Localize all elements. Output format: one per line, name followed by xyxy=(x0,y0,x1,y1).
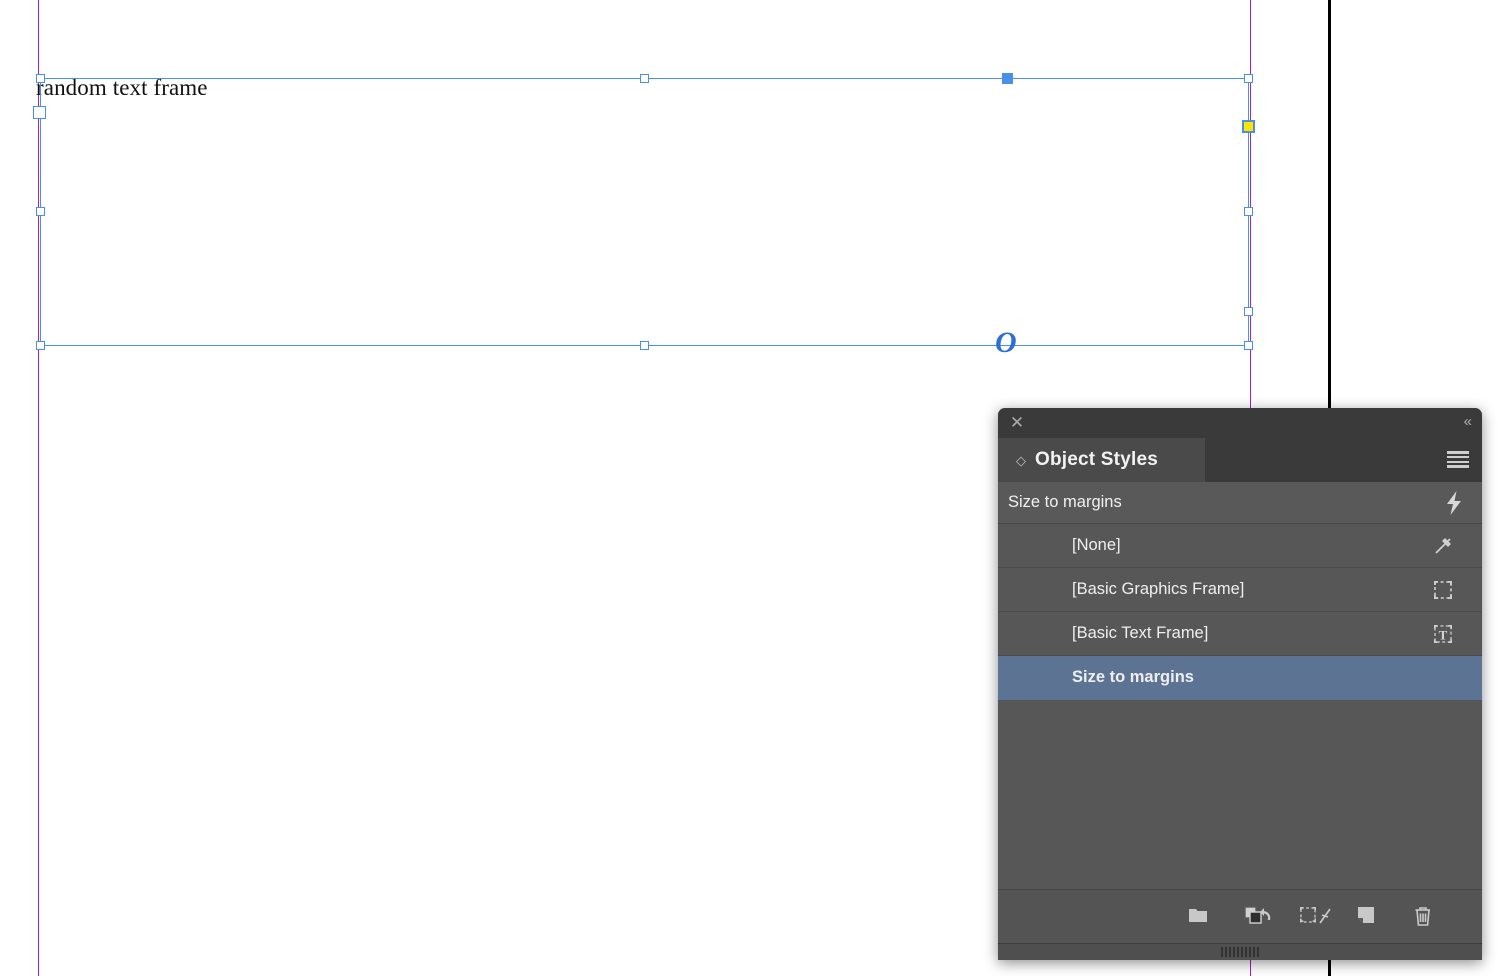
tab-object-styles[interactable]: ◇ Object Styles xyxy=(998,438,1205,482)
grip-line xyxy=(1241,947,1243,957)
style-name: [Basic Text Frame] xyxy=(1072,624,1209,642)
panel-footer-toolbar xyxy=(998,889,1482,943)
panel-titlebar[interactable]: ✕ « xyxy=(998,408,1482,438)
text-frame-icon: T xyxy=(1432,623,1454,645)
grip-line xyxy=(1253,947,1255,957)
trash-icon[interactable] xyxy=(1410,904,1436,930)
menu-line xyxy=(1447,465,1469,468)
current-style-row[interactable]: Size to margins xyxy=(998,482,1482,524)
diamond-icon: ◇ xyxy=(1016,452,1026,468)
grip-line xyxy=(1237,947,1239,957)
menu-line xyxy=(1447,455,1469,459)
panel-resize-grip[interactable] xyxy=(998,943,1482,960)
handle-top-left[interactable] xyxy=(36,74,45,83)
handle-top-active[interactable] xyxy=(1002,73,1013,84)
grip-line xyxy=(1225,947,1227,957)
corner-options-handle[interactable] xyxy=(1242,120,1255,133)
new-page-icon[interactable] xyxy=(1354,904,1380,930)
tab-object-styles-label: Object Styles xyxy=(1035,449,1158,470)
handle-bottom-left[interactable] xyxy=(36,341,45,350)
menu-line xyxy=(1447,460,1469,464)
grip-line xyxy=(1249,947,1251,957)
panel-tab-row: ◇ Object Styles xyxy=(998,438,1482,482)
handle-bottom-right[interactable] xyxy=(1244,341,1253,350)
text-out-port-glyph[interactable]: O xyxy=(995,328,1017,358)
graphics-frame-icon xyxy=(1432,579,1454,601)
clear-overrides-icon[interactable] xyxy=(1242,904,1271,930)
grip-line xyxy=(1245,947,1247,957)
handle-middle-left[interactable] xyxy=(36,207,45,216)
list-item-selected[interactable]: Size to margins xyxy=(998,656,1482,700)
clear-attributes-icon[interactable] xyxy=(1298,904,1331,930)
list-item[interactable]: [Basic Text Frame] T xyxy=(998,612,1482,656)
grip-line xyxy=(1233,947,1235,957)
grip-line xyxy=(1257,947,1259,957)
text-frame-selection[interactable]: O xyxy=(33,73,1255,358)
grip-line xyxy=(1229,947,1231,957)
collapse-panel-icon[interactable]: « xyxy=(1464,413,1472,430)
grip-line xyxy=(1221,947,1223,957)
folder-icon[interactable] xyxy=(1186,904,1212,930)
none-style-icon xyxy=(1432,535,1454,557)
margin-guide-left xyxy=(38,0,39,976)
handle-top-center[interactable] xyxy=(640,74,649,83)
style-name: [Basic Graphics Frame] xyxy=(1072,580,1245,598)
close-icon[interactable]: ✕ xyxy=(1008,414,1026,432)
lightning-icon[interactable] xyxy=(1444,490,1464,516)
style-name: [None] xyxy=(1072,536,1121,554)
handle-middle-right[interactable] xyxy=(1244,207,1253,216)
text-in-port[interactable] xyxy=(33,106,46,119)
handle-bottom-center[interactable] xyxy=(640,341,649,350)
hamburger-menu-icon[interactable] xyxy=(1447,451,1469,468)
handle-right-lower[interactable] xyxy=(1244,307,1253,316)
handle-top-right[interactable] xyxy=(1244,74,1253,83)
list-item[interactable]: [Basic Graphics Frame] xyxy=(998,568,1482,612)
object-styles-panel[interactable]: ✕ « ◇ Object Styles Size to margins [Non… xyxy=(998,408,1482,960)
menu-line xyxy=(1447,451,1469,454)
list-item[interactable]: [None] xyxy=(998,524,1482,568)
object-styles-list[interactable]: [None] [Basic Graphics Frame] [Basic Tex… xyxy=(998,524,1482,889)
current-style-label: Size to margins xyxy=(1008,493,1122,511)
svg-text:T: T xyxy=(1439,627,1448,642)
style-name: Size to margins xyxy=(1072,668,1194,686)
grip-lines-icon xyxy=(1221,947,1259,957)
